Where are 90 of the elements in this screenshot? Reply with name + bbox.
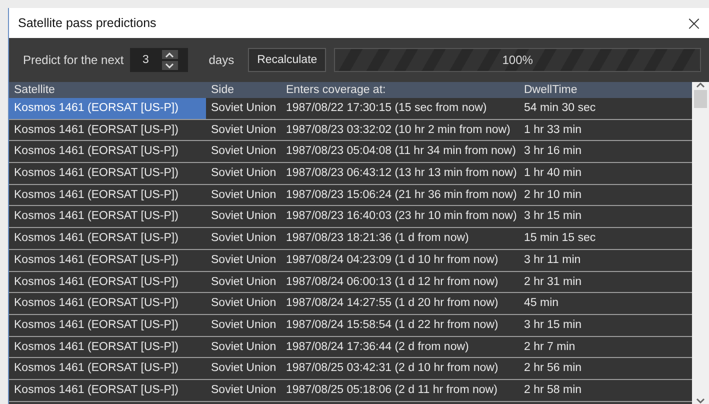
up-chevron-icon[interactable] [165, 52, 174, 58]
table-cell-text: Soviet Union [210, 122, 278, 138]
table-cell-text: 1987/08/23 18:21:36 (1 d from now) [285, 231, 470, 246]
table-cell-text: Kosmos 1461 (EORSAT [US-P]) [13, 340, 180, 355]
table-cell-text: Kosmos 1461 (EORSAT [US-P]) [13, 144, 180, 160]
table-row[interactable]: Kosmos 1461 (EORSAT [US-P]) Soviet Union 1987/08/24 04:23:09 (1 d 10 hr from now) 3 hr 11 min [9, 250, 692, 272]
table-row[interactable]: Kosmos 1461 (EORSAT [US-P]) Soviet Union 1987/08/23 16:40:03 (23 hr 10 min from now) 3 hr 15 min [9, 206, 692, 228]
table-cell-text: Kosmos 1461 (EORSAT [US-P]) [13, 361, 180, 376]
table-row[interactable]: Kosmos 1461 (EORSAT [US-P]) Soviet Union 1987/08/25 03:42:31 (2 d 10 hr from now) 2 hr 56 min [9, 358, 692, 380]
table-cell-text: Soviet Union [210, 382, 278, 398]
scroll-thumb[interactable] [694, 90, 707, 108]
table-cell-text: 1987/08/25 03:42:31 (2 d 10 hr from now) [285, 361, 500, 376]
table-row[interactable]: Kosmos 1461 (EORSAT [US-P]) Soviet Union 1987/08/22 17:30:15 (15 sec from now) 54 min 30 sec [9, 98, 692, 120]
table-cell-text: 1987/08/25 05:18:06 (2 d 11 hr from now) [285, 382, 498, 398]
table-cell-text: Kosmos 1461 (EORSAT [US-P]) [13, 274, 180, 290]
table-cell-text: Soviet Union [210, 340, 278, 355]
table-cell-text: Soviet Union [210, 231, 278, 246]
table-cell-text: Kosmos 1461 (EORSAT [US-P]) [13, 296, 180, 312]
scroll-down-icon[interactable] [696, 398, 705, 404]
column-header[interactable]: Enters coverage at: [281, 82, 519, 98]
table-row[interactable]: Kosmos 1461 (EORSAT [US-P]) Soviet Union 1987/08/23 03:32:02 (10 hr 2 min from now) 1 hr 33 min [9, 120, 692, 142]
table-cell-text: Kosmos 1461 (EORSAT [US-P]) [13, 188, 180, 203]
table-row[interactable]: Kosmos 1461 (EORSAT [US-P]) Soviet Union 1987/08/24 17:36:44 (2 d from now) 2 hr 7 min [9, 336, 692, 358]
scroll-up-icon[interactable] [696, 82, 705, 88]
column-header[interactable]: DwellTime [519, 82, 692, 98]
table-cell-text: Kosmos 1461 (EORSAT [US-P]) [13, 318, 180, 333]
table-cell: Kosmos 1461 (EORSAT [US-P]) [9, 98, 206, 119]
recalculate-button[interactable]: Recalculate [248, 48, 326, 72]
table-cell-text: Soviet Union [210, 361, 278, 376]
table-cell-text: 2 hr 56 min [523, 361, 583, 376]
column-header[interactable]: Side [206, 82, 281, 98]
table-cell-text: Soviet Union [210, 166, 278, 182]
table-row[interactable]: Kosmos 1461 (EORSAT [US-P]) Soviet Union 1987/08/24 15:58:54 (1 d 22 hr from now) 3 hr 15 min [9, 314, 692, 337]
table-cell-text: 1987/08/24 04:23:09 (1 d 10 hr from now) [285, 252, 500, 268]
table-cell-text: 1987/08/23 06:43:12 (13 hr 13 min from now) [285, 166, 518, 182]
table-cell-text: Soviet Union [210, 274, 278, 290]
column-header[interactable]: Satellite [9, 82, 206, 98]
table-row[interactable]: Kosmos 1461 (EORSAT [US-P]) Soviet Union 1987/08/23 05:04:08 (11 hr 34 min from now) 3 hr 16 min [9, 141, 692, 164]
table-cell-text: 2 hr 10 min [523, 188, 583, 203]
table-cell-text: 1987/08/24 15:58:54 (1 d 22 hr from now) [285, 318, 500, 333]
table-cell-text: 2 hr 31 min [523, 274, 583, 290]
table-cell-text: Soviet Union [210, 296, 278, 312]
table-cell-text: 1987/08/23 05:04:08 (11 hr 34 min from now) [285, 144, 517, 160]
days-label: days [208, 53, 234, 67]
down-chevron-icon[interactable] [165, 62, 174, 68]
table-cell-text: 2 hr 7 min [523, 340, 576, 355]
table-cell-text: 1987/08/24 17:36:44 (2 d from now) [285, 340, 470, 355]
table-cell-text: 2 hr 58 min [523, 382, 583, 398]
table-cell-text: 3 hr 15 min [523, 318, 583, 333]
table-cell-text: Soviet Union [210, 101, 278, 116]
table-cell-text: 15 min 15 sec [523, 231, 597, 246]
table-cell-text: Soviet Union [210, 188, 278, 203]
table-row[interactable]: Kosmos 1461 (EORSAT [US-P]) Soviet Union 1987/08/23 06:43:12 (13 hr 13 min from now) 1 hr 40 min [9, 163, 692, 185]
table-cell-text: Kosmos 1461 (EORSAT [US-P]) [13, 209, 180, 224]
table-cell-text: 1987/08/23 15:06:24 (21 hr 36 min from now) [285, 188, 518, 203]
table-cell-text: 3 hr 15 min [523, 209, 583, 224]
table-cell-text: 1 hr 40 min [523, 166, 583, 182]
table-row[interactable]: Kosmos 1461 (EORSAT [US-P]) Soviet Union 1987/08/25 05:18:06 (2 d 11 hr from now) 2 hr 58 min [9, 380, 692, 402]
table-cell-text: Soviet Union [210, 252, 278, 268]
scrollbar[interactable] [692, 82, 709, 404]
window-title: Satellite pass predictions [18, 16, 156, 30]
table-cell-text: Kosmos 1461 (EORSAT [US-P]) [13, 231, 180, 246]
days-spinbox[interactable]: 3 [130, 48, 188, 72]
table-cell-text: 1 hr 33 min [523, 122, 583, 138]
close-button[interactable]: × [679, 8, 709, 38]
table-row[interactable]: Kosmos 1461 (EORSAT [US-P]) Soviet Union 1987/08/24 14:27:55 (1 d 20 hr from now) 45 min [9, 293, 692, 315]
table-cell-text: Soviet Union [210, 144, 278, 160]
table-cell-text: 3 hr 16 min [523, 144, 583, 160]
table-cell-text: 1987/08/24 06:00:13 (1 d 12 hr from now) [285, 274, 500, 290]
table-row[interactable]: Kosmos 1461 (EORSAT [US-P]) Soviet Union 1987/08/23 15:06:24 (21 hr 36 min from now) 2 hr 10 min [9, 184, 692, 206]
table-cell-text: Soviet Union [210, 209, 278, 224]
days-value: 3 [142, 54, 150, 66]
table-cell-text: Kosmos 1461 (EORSAT [US-P]) [13, 122, 180, 138]
table-cell-text: 1987/08/23 03:32:02 (10 hr 2 min from now) [285, 122, 512, 138]
table-cell-text: Soviet Union [210, 318, 278, 333]
table-cell-text: 1987/08/23 16:40:03 (23 hr 10 min from now) [285, 209, 518, 224]
table-cell-text: Kosmos 1461 (EORSAT [US-P]) [13, 166, 180, 182]
progress-reading: 100% [501, 52, 534, 69]
predict-label: Predict for the next [23, 53, 124, 67]
decrement-button[interactable] [162, 61, 178, 70]
table-cell-text: Kosmos 1461 (EORSAT [US-P]) [13, 382, 180, 398]
table-cell-text: 1987/08/24 14:27:55 (1 d 20 hr from now) [285, 296, 500, 312]
table-row[interactable]: Kosmos 1461 (EORSAT [US-P]) Soviet Union 1987/08/24 06:00:13 (1 d 12 hr from now) 2 hr 31 min [9, 272, 692, 294]
table-cell-text: Kosmos 1461 (EORSAT [US-P]) [13, 252, 180, 268]
table-cell-text: 45 min [523, 296, 560, 312]
table-cell-text: 54 min 30 sec [523, 101, 597, 116]
table-cell-text: 1987/08/22 17:30:15 (15 sec from now) [285, 101, 488, 116]
increment-button[interactable] [162, 50, 178, 59]
table-cell-text: 3 hr 11 min [523, 252, 582, 268]
table-row[interactable]: Kosmos 1461 (EORSAT [US-P]) Soviet Union 1987/08/23 18:21:36 (1 d from now) 15 min 15 sec [9, 228, 692, 250]
